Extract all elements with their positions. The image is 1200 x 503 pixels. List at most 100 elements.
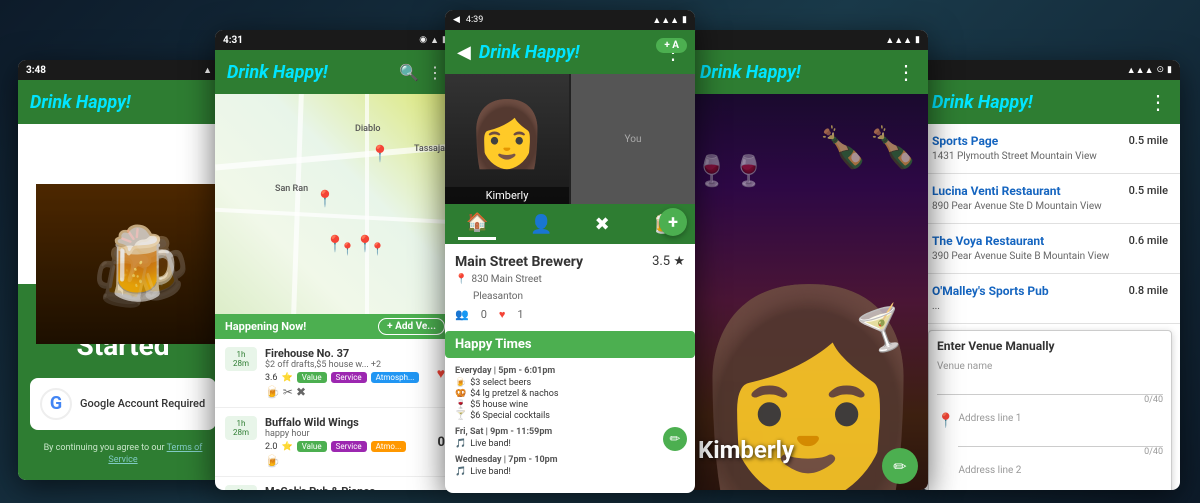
address-line2-input[interactable] <box>958 482 1163 490</box>
manual-entry-form: Enter Venue Manually Venue name 0/40 📍 A… <box>928 330 1172 490</box>
more-icon-5[interactable]: ⋮ <box>1148 90 1168 114</box>
venue-list-addr-2: 390 Pear Avenue Suite B Mountain View <box>932 250 1109 263</box>
screen-welcome: 3:48 ▲ ▮ Drink Happy! 🍺 Let's Get Starte… <box>18 60 228 480</box>
more-icon-2[interactable]: ⋮ <box>427 63 443 82</box>
map-pin-6[interactable]: 📍 <box>370 242 385 256</box>
map-label-sanran: San Ran <box>275 184 308 194</box>
deal-0-3: 🍸$6 Special cocktails <box>455 411 685 421</box>
music-icon-2: 🎵 <box>455 467 466 477</box>
map-view[interactable]: Diablo San Ran Tassaja 📍 📍 📍 📍 📍 📍 <box>215 94 455 314</box>
bar-person-name: Kimberly <box>698 436 794 464</box>
map-pin-1[interactable]: 📍 <box>370 144 390 163</box>
food-icon: 🥨 <box>455 389 466 399</box>
status-icons-4: ▲▲▲ ▮ <box>885 35 920 46</box>
app-bar-3: ◀ Drink Happy! ⋮ <box>445 30 695 74</box>
add-photo-btn[interactable]: + A <box>656 38 687 53</box>
address-fields: Address line 1 0/40 Address line 2 <box>958 413 1163 490</box>
edit-special-btn[interactable]: ✏ <box>663 427 687 451</box>
checkin-icon: 👥 <box>455 308 469 321</box>
google-icon: G <box>40 388 72 420</box>
venue-item-0[interactable]: 1h 28m Firehouse No. 37 $2 off drafts,$5… <box>215 339 455 408</box>
venue-list-name-0: Sports Page <box>932 134 1097 148</box>
tab-info[interactable]: 🏠 <box>458 208 496 240</box>
terms-text: By continuing you agree to our Terms of … <box>30 442 216 467</box>
back-btn-3[interactable]: ◀ <box>457 42 471 63</box>
address-line1-label: Address line 1 <box>958 413 1163 424</box>
app-bar-4: Drink Happy! ⋮ <box>688 50 928 94</box>
venue-list-info-0: Sports Page 1431 Plymouth Street Mountai… <box>932 134 1097 163</box>
venue-list-item-0[interactable]: Sports Page 1431 Plymouth Street Mountai… <box>920 124 1180 174</box>
status-icons-3: ▲▲▲ ▮ <box>652 15 687 26</box>
venue-list-dist-2: 0.6 mile <box>1129 234 1168 247</box>
venue-item-1[interactable]: 1h 28m Buffalo Wild Wings happy hour 2.0… <box>215 408 455 477</box>
status-bar-4: ▲▲▲ ▮ <box>688 30 928 50</box>
happy-time-0: Everyday | 5pm - 6:01pm 🍺$3 select beers… <box>455 366 685 421</box>
venue-rating-1: 2.0 ⭐ Value Service Atmo... <box>265 441 430 452</box>
map-pin-5[interactable]: 📍 <box>340 242 355 256</box>
map-label-tassaja: Tassaja <box>414 144 445 154</box>
app-title-3: Drink Happy! <box>479 42 580 63</box>
happy-times-header: Happy Times <box>445 331 695 358</box>
profile-photo-kimberly[interactable]: Kimberly <box>445 74 569 204</box>
signal-icon: ▲▲▲ <box>652 15 679 26</box>
deal-2-0: 🎵Live band! <box>455 467 685 477</box>
profile-photo-you[interactable]: You <box>571 74 695 204</box>
app-title-1: Drink Happy! <box>30 92 131 113</box>
map-pin-2[interactable]: 📍 <box>315 189 335 208</box>
venue-deal-1: happy hour <box>265 429 430 439</box>
app-bar-1: Drink Happy! <box>18 80 228 124</box>
venue-list-name-3: O'Malley's Sports Pub <box>932 284 1049 298</box>
venue-list-item-2[interactable]: The Voya Restaurant 390 Pear Avenue Suit… <box>920 224 1180 274</box>
add-special-btn[interactable]: + <box>659 208 687 236</box>
address-line2-label: Address line 2 <box>958 465 1163 476</box>
venue-list-item-3[interactable]: O'Malley's Sports Pub ... 0.8 mile <box>920 274 1180 324</box>
tag-atmos-0: Atmosph... <box>371 372 420 383</box>
venue-name-label: Venue name <box>937 361 1163 372</box>
address-line1-input[interactable] <box>958 430 1163 447</box>
venue-header: Main Street Brewery 3.5 ★ <box>455 254 685 270</box>
google-required-box[interactable]: G Google Account Required <box>30 378 216 430</box>
bar-photo: 🍾🍾 🍷🍷 👩 🍸 Kimberly ✂ $20 pitcher ✖ Appet… <box>688 94 928 490</box>
address-line1-counter: 0/40 <box>958 447 1163 457</box>
venue-list-info-3: O'Malley's Sports Pub ... <box>932 284 1049 313</box>
bar-edit-button[interactable]: ✏ <box>882 448 918 484</box>
time-1: 3:48 <box>26 65 46 76</box>
back-area[interactable]: ◀ 4:39 <box>453 15 483 25</box>
cocktail-icon: 🍸 <box>455 411 466 421</box>
tag-value-0: Value <box>297 372 327 383</box>
bottles-left: 🍷🍷 <box>693 154 768 189</box>
tab-profile[interactable]: 👤 <box>522 210 560 239</box>
venue-list-item-1[interactable]: Lucina Venti Restaurant 890 Pear Avenue … <box>920 174 1180 224</box>
venue-heart-2[interactable]: ♥ <box>437 489 445 491</box>
location-icon-form: 📍 <box>937 413 954 429</box>
venue-time-0: 1h 28m <box>225 347 257 371</box>
profile-strip: Kimberly You + A <box>445 74 695 204</box>
happening-now-label: Happening Now! <box>225 320 306 333</box>
venue-time-1: 1h 28m <box>225 416 257 440</box>
heart-icon-detail[interactable]: ♥ <box>499 308 506 321</box>
more-icon-4[interactable]: ⋮ <box>896 60 916 84</box>
happy-time-1: Fri, Sat | 9pm - 11:59pm 🎵Live band! <box>455 427 685 449</box>
map-background <box>215 94 455 314</box>
status-bar-3: ◀ 4:39 ▲▲▲ ▮ <box>445 10 695 30</box>
venue-name-input[interactable] <box>937 378 1163 395</box>
venue-rating-lg: 3.5 ★ <box>652 254 685 269</box>
battery-icon-3: ▮ <box>682 15 687 25</box>
screen-venue-list: ▲▲▲ ⊙ ▮ Drink Happy! ⋮ Sports Page 1431 … <box>920 60 1180 490</box>
tab-menu[interactable]: ✖ <box>587 210 618 239</box>
venue-count-1: 0 <box>438 435 445 450</box>
venue-item-2[interactable]: 1h 28m McGah's Pub & Pianos $6 select co… <box>215 477 455 490</box>
venue-heart-0[interactable]: ♥ <box>437 365 445 382</box>
venue-list: 1h 28m Firehouse No. 37 $2 off drafts,$5… <box>215 339 455 490</box>
beer-icon: 🍺 <box>455 378 466 388</box>
venue-info-1: Buffalo Wild Wings happy hour 2.0 ⭐ Valu… <box>265 416 430 468</box>
add-venue-button[interactable]: + Add Ve... <box>378 318 445 335</box>
search-icon-2[interactable]: 🔍 <box>399 63 419 82</box>
venue-title: Main Street Brewery <box>455 254 583 270</box>
screen-photo: ▲▲▲ ▮ Drink Happy! ⋮ 🍾🍾 🍷🍷 👩 🍸 Kimberly … <box>688 30 928 490</box>
back-icon[interactable]: ◀ <box>453 15 460 25</box>
tag-service-1: Service <box>331 441 367 452</box>
pin-icon-detail: 📍 <box>455 274 467 285</box>
venue-name-1: Buffalo Wild Wings <box>265 416 430 429</box>
venue-list-dist-3: 0.8 mile <box>1129 284 1168 297</box>
